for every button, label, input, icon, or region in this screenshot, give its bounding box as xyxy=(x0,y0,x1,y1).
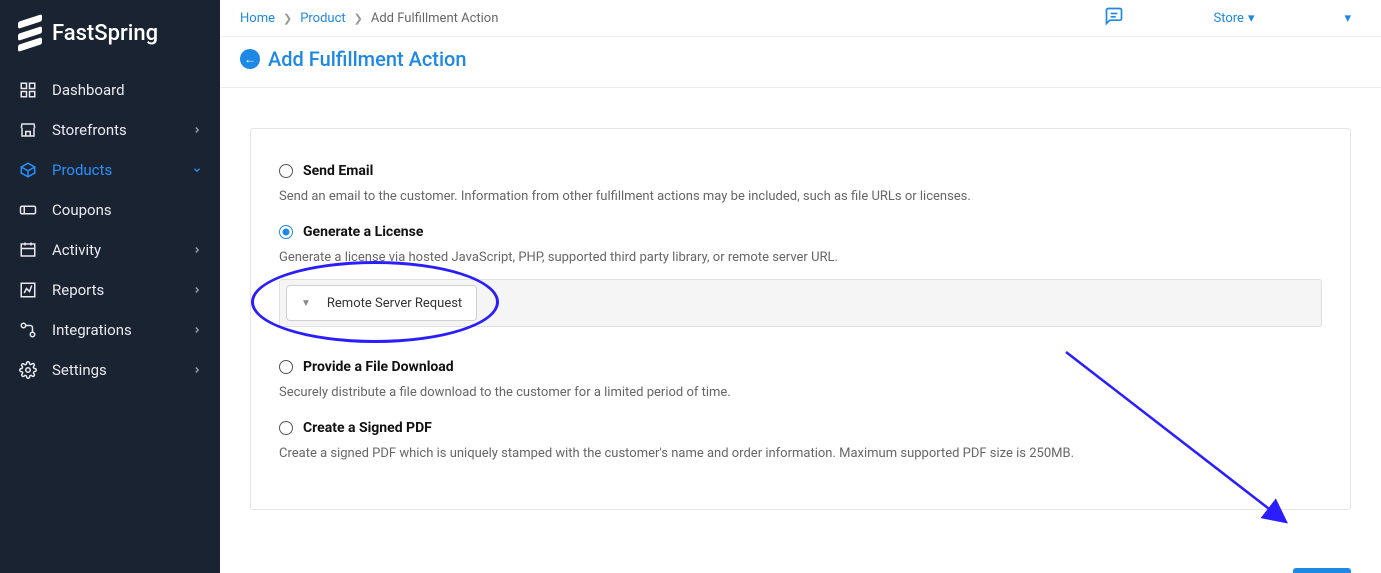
fulfillment-options-card: Send Email Send an email to the customer… xyxy=(250,128,1351,510)
chevron-right-icon xyxy=(192,361,202,379)
radio-send-email[interactable] xyxy=(279,164,293,178)
chevron-down-icon xyxy=(192,161,202,179)
radio-signed-pdf[interactable] xyxy=(279,421,293,435)
chevron-right-icon xyxy=(192,121,202,139)
storefronts-icon xyxy=(18,120,38,140)
breadcrumb-current: Add Fulfillment Action xyxy=(371,11,499,26)
radio-file-download[interactable] xyxy=(279,360,293,374)
sidebar-item-label: Dashboard xyxy=(52,81,202,99)
dashboard-icon xyxy=(18,80,38,100)
license-type-selected-value: Remote Server Request xyxy=(327,296,462,311)
caret-down-icon: ▼ xyxy=(301,298,311,309)
license-type-select-wrapper: ▼ Remote Server Request xyxy=(279,279,1322,327)
integrations-icon xyxy=(18,320,38,340)
option-generate-license: Generate a License Generate a license vi… xyxy=(279,218,1322,327)
sidebar-item-storefronts[interactable]: Storefronts xyxy=(0,110,220,150)
option-description: Create a signed PDF which is uniquely st… xyxy=(279,446,1322,461)
sidebar-item-label: Settings xyxy=(52,361,192,379)
option-description: Securely distribute a file download to t… xyxy=(279,385,1322,400)
radio-row-signed-pdf[interactable]: Create a Signed PDF xyxy=(279,414,1322,436)
sidebar-item-products[interactable]: Products xyxy=(0,150,220,190)
page-title: Add Fulfillment Action xyxy=(268,47,467,71)
sidebar-item-label: Storefronts xyxy=(52,121,192,139)
caret-down-icon: ▾ xyxy=(1344,11,1351,26)
sidebar-item-integrations[interactable]: Integrations xyxy=(0,310,220,350)
sidebar: FastSpring Dashboard Storefronts Product… xyxy=(0,0,220,573)
radio-row-file-download[interactable]: Provide a File Download xyxy=(279,353,1322,375)
chevron-right-icon xyxy=(192,241,202,259)
option-title: Send Email xyxy=(303,163,373,179)
breadcrumb: Home ❯ Product ❯ Add Fulfillment Action xyxy=(240,11,498,26)
option-file-download: Provide a File Download Securely distrib… xyxy=(279,353,1322,400)
radio-generate-license[interactable] xyxy=(279,225,293,239)
products-icon xyxy=(18,160,38,180)
option-title: Generate a License xyxy=(303,224,423,240)
sidebar-item-label: Activity xyxy=(52,241,192,259)
radio-row-send-email[interactable]: Send Email xyxy=(279,157,1322,179)
option-description: Send an email to the customer. Informati… xyxy=(279,189,1322,204)
sidebar-item-settings[interactable]: Settings xyxy=(0,350,220,390)
chat-icon[interactable] xyxy=(1104,6,1124,30)
option-description: Generate a license via hosted JavaScript… xyxy=(279,250,1322,265)
option-title: Provide a File Download xyxy=(303,359,454,375)
option-title: Create a Signed PDF xyxy=(303,420,432,436)
sidebar-item-dashboard[interactable]: Dashboard xyxy=(0,70,220,110)
sidebar-item-reports[interactable]: Reports xyxy=(0,270,220,310)
sidebar-item-label: Integrations xyxy=(52,321,192,339)
sidebar-item-label: Reports xyxy=(52,281,192,299)
topbar: Home ❯ Product ❯ Add Fulfillment Action … xyxy=(220,0,1381,37)
coupons-icon xyxy=(18,200,38,220)
breadcrumb-product[interactable]: Product xyxy=(300,11,345,26)
back-button[interactable]: ← xyxy=(240,49,260,69)
activity-icon xyxy=(18,240,38,260)
main: Home ❯ Product ❯ Add Fulfillment Action … xyxy=(220,0,1381,573)
gear-icon xyxy=(18,360,38,380)
user-dropdown[interactable]: ▾ xyxy=(1344,11,1351,26)
next-button[interactable]: Next xyxy=(1293,568,1351,573)
option-signed-pdf: Create a Signed PDF Create a signed PDF … xyxy=(279,414,1322,461)
brand-logo-icon xyxy=(18,18,42,48)
option-send-email: Send Email Send an email to the customer… xyxy=(279,157,1322,204)
breadcrumb-home[interactable]: Home xyxy=(240,11,275,26)
sidebar-item-activity[interactable]: Activity xyxy=(0,230,220,270)
chevron-right-icon xyxy=(192,321,202,339)
sidebar-item-label: Coupons xyxy=(52,201,202,219)
store-dropdown[interactable]: Store ▾ xyxy=(1214,11,1255,26)
store-dropdown-label: Store xyxy=(1214,11,1244,26)
brand-name: FastSpring xyxy=(52,21,158,46)
chevron-right-icon xyxy=(192,281,202,299)
content: Send Email Send an email to the customer… xyxy=(220,88,1381,550)
sidebar-nav: Dashboard Storefronts Products Coupon xyxy=(0,70,220,390)
chevron-right-icon: ❯ xyxy=(283,12,292,25)
page-header: ← Add Fulfillment Action xyxy=(220,37,1381,88)
caret-down-icon: ▾ xyxy=(1248,11,1255,26)
footer: Next xyxy=(220,550,1381,573)
brand-logo[interactable]: FastSpring xyxy=(0,18,220,70)
reports-icon xyxy=(18,280,38,300)
sidebar-item-label: Products xyxy=(52,161,192,179)
arrow-left-icon: ← xyxy=(244,52,256,66)
license-type-select[interactable]: ▼ Remote Server Request xyxy=(286,285,477,321)
chevron-right-icon: ❯ xyxy=(354,12,363,25)
sidebar-item-coupons[interactable]: Coupons xyxy=(0,190,220,230)
radio-row-generate-license[interactable]: Generate a License xyxy=(279,218,1322,240)
